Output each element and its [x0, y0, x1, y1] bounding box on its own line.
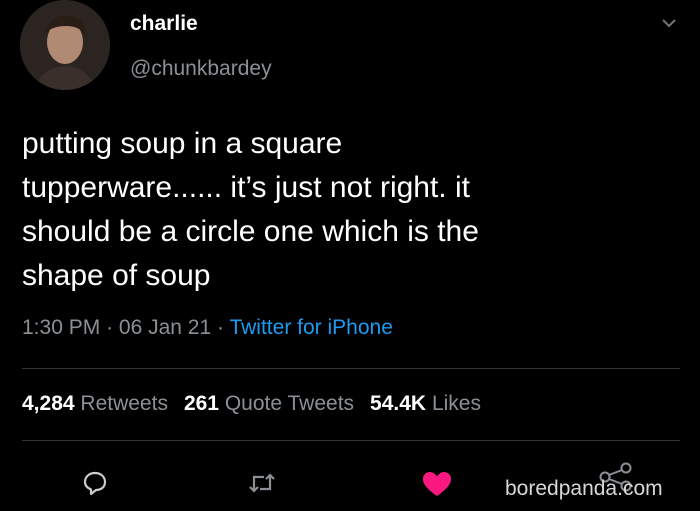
retweets-stat[interactable]: 4,284 Retweets [22, 392, 168, 415]
tweet-time[interactable]: 1:30 PM [22, 316, 100, 339]
tweet-text: putting soup in a square tupperware.....… [22, 122, 672, 298]
chevron-down-icon[interactable] [660, 16, 678, 30]
divider [22, 368, 680, 369]
tweet-line: shape of soup [22, 259, 211, 292]
retweets-count: 4,284 [22, 392, 75, 415]
meta-separator: · [217, 316, 224, 339]
tweet-stats: 4,284 Retweets 261 Quote Tweets 54.4K Like… [22, 392, 481, 416]
retweet-icon[interactable] [247, 470, 277, 501]
likes-count: 54.4K [370, 392, 427, 415]
watermark-text: boredpanda.com [505, 477, 663, 500]
likes-label: Likes [431, 392, 481, 415]
tweet-line: putting soup in a square [22, 127, 343, 160]
retweets-label: Retweets [80, 392, 168, 415]
author-name[interactable]: charlie [130, 12, 198, 36]
tweet-source-link[interactable]: Twitter for iPhone [229, 316, 392, 339]
tweet-line: should be a circle one which is the [22, 215, 479, 248]
likes-stat[interactable]: 54.4K Likes [370, 392, 481, 415]
heart-icon[interactable] [421, 470, 453, 503]
divider [22, 440, 680, 441]
tweet-line: tupperware...... it’s just not right. it [22, 171, 470, 204]
tweet-meta: 1:30 PM · 06 Jan 21 · Twitter for iPhone [22, 316, 393, 340]
tweet-date[interactable]: 06 Jan 21 [119, 316, 211, 339]
author-handle[interactable]: @chunkbardey [130, 57, 272, 81]
meta-separator: · [106, 316, 114, 339]
avatar[interactable] [20, 0, 110, 90]
reply-icon[interactable] [82, 470, 108, 501]
quotes-stat[interactable]: 261 Quote Tweets [184, 392, 354, 415]
quotes-label: Quote Tweets [224, 392, 355, 415]
quotes-count: 261 [183, 392, 219, 415]
